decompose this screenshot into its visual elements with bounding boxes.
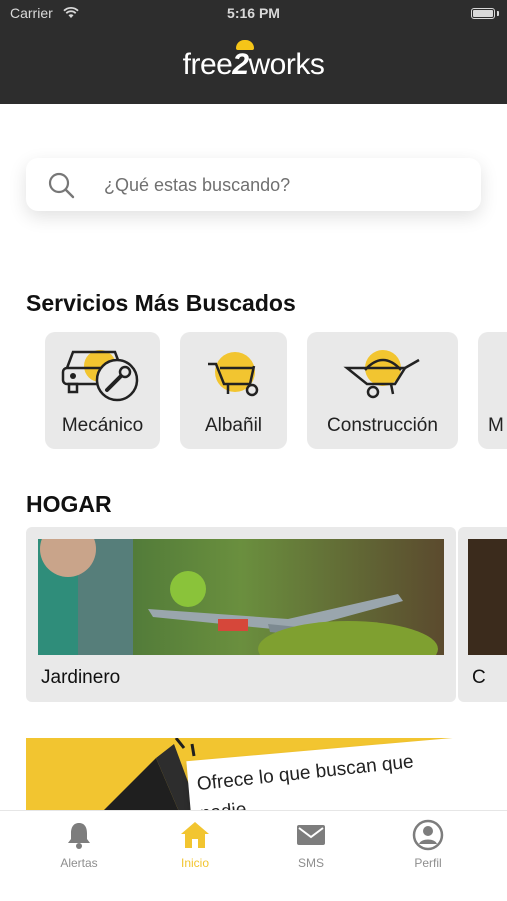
bell-icon [68, 823, 90, 849]
service-card-label: Albañil [204, 415, 263, 436]
service-card-albanil[interactable]: Albañil [180, 332, 287, 449]
service-card-label: Construcción [327, 415, 438, 436]
tab-bar: Alertas Inicio SMS Perfil [0, 810, 507, 901]
service-card-label: Mecánico [61, 415, 144, 436]
status-time: 5:16 PM [227, 5, 280, 21]
tab-label: Perfil [414, 856, 442, 870]
home-card-jardinero[interactable]: Jardinero [26, 527, 456, 702]
most-searched-title: Servicios Más Buscados [26, 290, 296, 316]
tab-label: Alertas [60, 856, 98, 870]
mechanic-car-wrench-icon [61, 350, 139, 402]
service-card-partial[interactable]: M [478, 332, 507, 449]
wheelbarrow-icon [343, 350, 420, 399]
megaphone-icon [96, 738, 196, 818]
tab-label: SMS [297, 856, 324, 870]
profile-icon [412, 819, 444, 851]
status-bar: Carrier 5:16 PM [0, 0, 507, 28]
gardener-photo [38, 539, 444, 655]
service-card-mecanico[interactable]: Mecánico [45, 332, 160, 449]
tab-sms[interactable]: SMS [261, 811, 361, 901]
wheelbarrow-icon [208, 352, 259, 397]
service-photo [468, 539, 507, 655]
service-card-construccion[interactable]: Construcción [307, 332, 458, 449]
promo-banner[interactable]: Ofrece lo que buscan que nadie. [26, 738, 481, 818]
search-input[interactable] [102, 170, 466, 200]
home-section-title: HOGAR [26, 491, 112, 517]
app-header: free2works [0, 28, 507, 104]
home-card-label: C [472, 667, 486, 688]
mail-icon [297, 825, 325, 845]
app-logo: free2works [182, 48, 325, 81]
tab-inicio[interactable]: Inicio [145, 811, 245, 901]
battery-icon [471, 8, 495, 19]
tab-perfil[interactable]: Perfil [378, 811, 478, 901]
home-card-label: Jardinero [41, 667, 121, 688]
search-icon [48, 172, 75, 199]
most-searched-list: Mecánico Albañil Construcción M [0, 332, 507, 450]
tab-alertas[interactable]: Alertas [29, 811, 129, 901]
tab-label: Inicio [180, 856, 209, 870]
service-card-label: M [488, 415, 504, 436]
search-box[interactable] [26, 158, 481, 211]
home-icon [181, 822, 209, 848]
home-card-partial[interactable]: C [458, 527, 507, 702]
